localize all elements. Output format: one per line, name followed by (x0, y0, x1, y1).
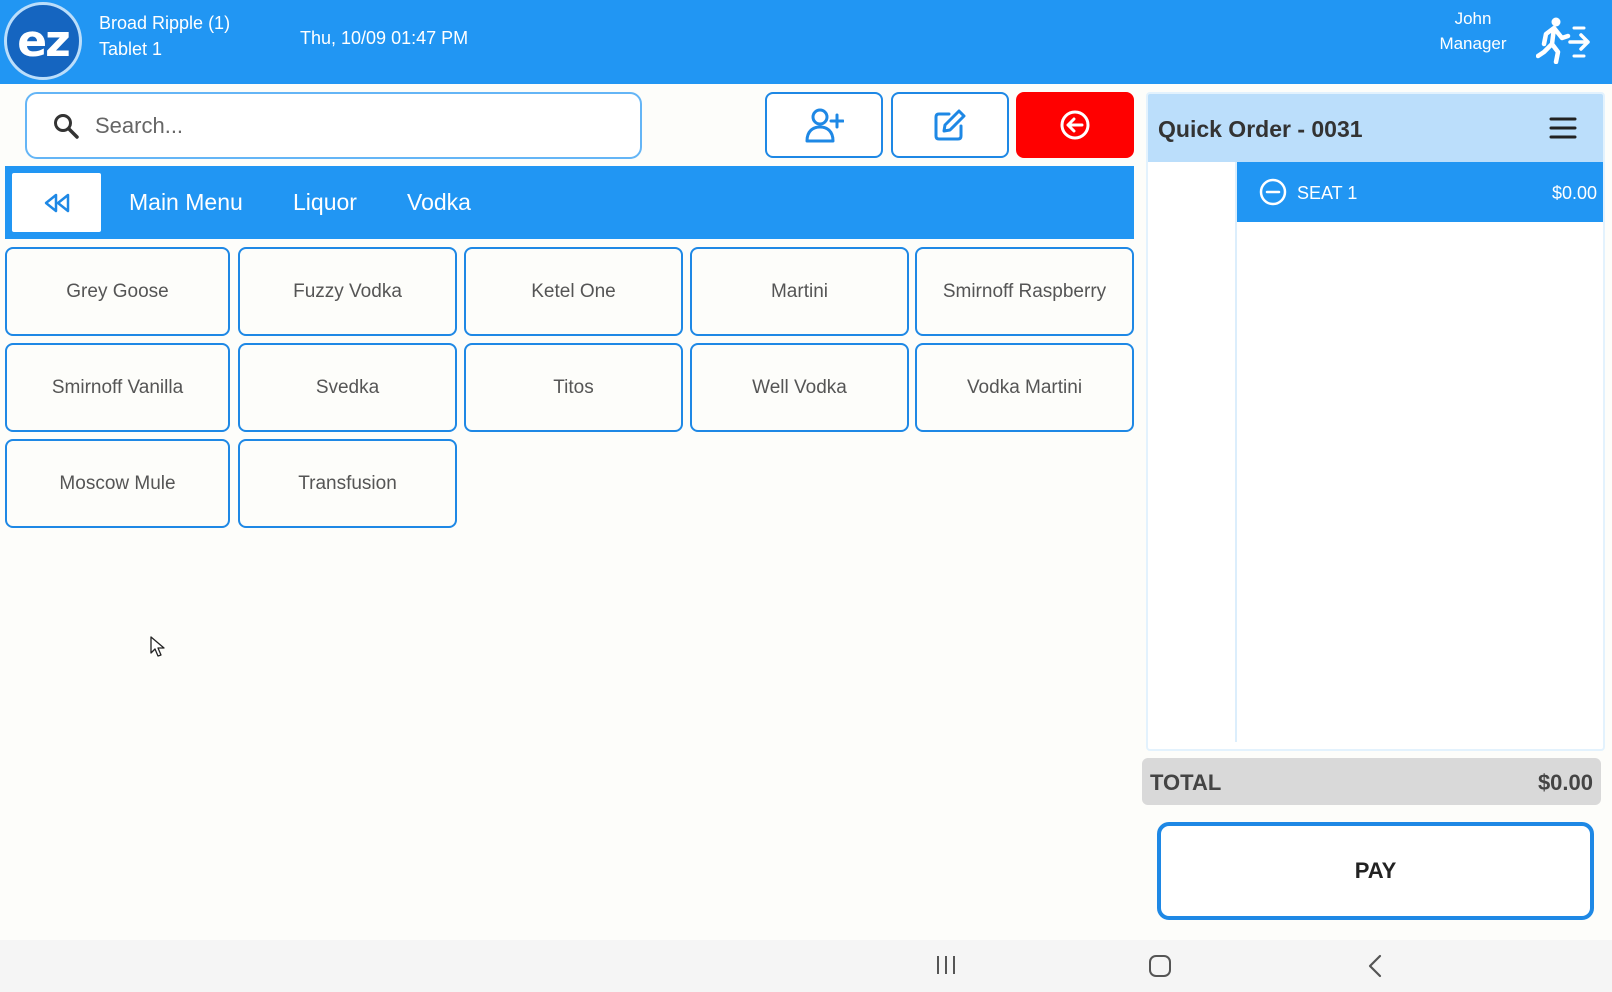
menu-item-martini[interactable]: Martini (690, 247, 909, 336)
remove-circle-icon[interactable] (1259, 178, 1287, 211)
edit-icon (934, 109, 966, 141)
menu-item-vodka-martini[interactable]: Vodka Martini (915, 343, 1134, 432)
rewind-icon (44, 193, 69, 212)
top-bar: ez Broad Ripple (1) Tablet 1 Thu, 10/09 … (0, 0, 1612, 84)
back-icon[interactable] (1366, 954, 1386, 983)
order-header: Quick Order - 0031 (1148, 94, 1603, 162)
menu-item-well-vodka[interactable]: Well Vodka (690, 343, 909, 432)
breadcrumb-vodka[interactable]: Vodka (407, 166, 471, 239)
menu-item-ketel-one[interactable]: Ketel One (464, 247, 683, 336)
user-info[interactable]: John Manager (1418, 6, 1528, 56)
menu-item-svedka[interactable]: Svedka (238, 343, 457, 432)
pay-button[interactable]: PAY (1157, 822, 1594, 920)
menu-item-moscow-mule[interactable]: Moscow Mule (5, 439, 230, 528)
search-box[interactable] (25, 92, 642, 159)
menu-item-smirnoff-vanilla[interactable]: Smirnoff Vanilla (5, 343, 230, 432)
mouse-cursor-icon (150, 636, 166, 663)
person-add-icon (805, 108, 844, 143)
system-nav-bar (0, 940, 1612, 992)
arrow-left-circle-icon (1060, 110, 1090, 140)
breadcrumb: Main Menu Liquor Vodka (5, 166, 1134, 239)
device-name: Tablet 1 (99, 39, 163, 59)
edit-button[interactable] (891, 92, 1009, 158)
hamburger-menu-icon[interactable] (1549, 114, 1577, 147)
total-value: $0.00 (1537, 770, 1593, 795)
search-input[interactable] (95, 112, 595, 139)
recent-apps-icon[interactable] (935, 954, 957, 981)
user-role: Manager (1439, 34, 1507, 53)
back-button[interactable] (12, 173, 101, 232)
search-icon (54, 113, 79, 139)
add-customer-button[interactable] (765, 92, 883, 158)
store-info: Broad Ripple (1) Tablet 1 (99, 10, 230, 62)
menu-item-grey-goose[interactable]: Grey Goose (5, 247, 230, 336)
home-icon[interactable] (1148, 954, 1172, 983)
breadcrumb-main-menu[interactable]: Main Menu (129, 166, 243, 239)
seat-price: $0.00 (1551, 183, 1597, 203)
user-name: John (1454, 9, 1492, 28)
store-name: Broad Ripple (1) (99, 13, 231, 33)
seat-row[interactable]: SEAT 1 $0.00 (1237, 162, 1603, 222)
breadcrumb-liquor[interactable]: Liquor (293, 166, 357, 239)
datetime: Thu, 10/09 01:47 PM (300, 28, 469, 48)
menu-item-fuzzy-vodka[interactable]: Fuzzy Vodka (238, 247, 457, 336)
seat-label: SEAT 1 (1297, 183, 1358, 203)
menu-item-titos[interactable]: Titos (464, 343, 683, 432)
ez-logo: ez (4, 2, 82, 80)
order-panel: Quick Order - 0031 SEAT 1 $0.00 (1146, 92, 1605, 751)
total-label: TOTAL (1150, 770, 1222, 795)
panel-divider (1235, 162, 1237, 742)
menu-item-transfusion[interactable]: Transfusion (238, 439, 457, 528)
total-bar: TOTAL $0.00 (1142, 758, 1601, 805)
exit-order-button[interactable] (1016, 92, 1134, 158)
order-title: Quick Order - 0031 (1158, 116, 1363, 142)
menu-item-smirnoff-raspberry[interactable]: Smirnoff Raspberry (915, 247, 1134, 336)
exit-running-icon[interactable] (1535, 16, 1592, 65)
